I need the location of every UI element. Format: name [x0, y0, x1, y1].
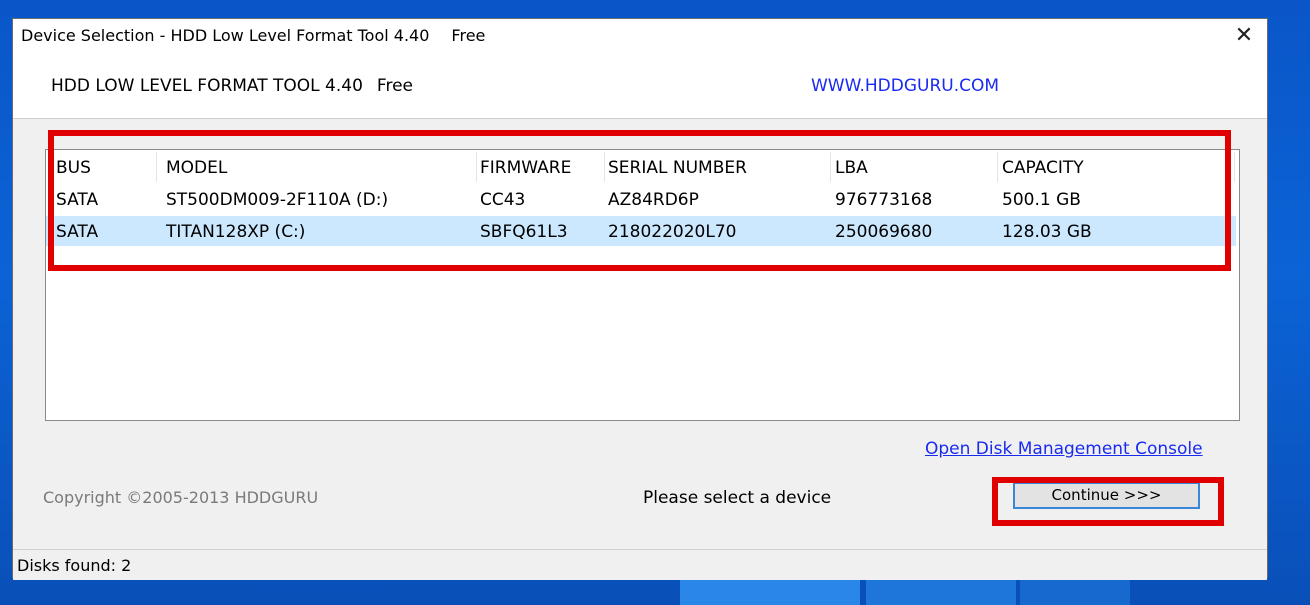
column-header-capacity[interactable]: CAPACITY: [1002, 152, 1235, 182]
app-name-suffix: Free: [376, 76, 413, 96]
device-row-selected[interactable]: SATA TITAN128XP (C:) SBFQ61L3 218022020L…: [46, 216, 1236, 246]
status-bar: Disks found: 2: [13, 549, 1267, 580]
cell-model: TITAN128XP (C:): [166, 222, 306, 242]
device-list[interactable]: BUS MODEL FIRMWARE SERIAL NUMBER LBA CAP…: [45, 149, 1240, 421]
desktop-background: [1020, 578, 1130, 605]
cell-firmware: SBFQ61L3: [480, 222, 568, 242]
website-link[interactable]: WWW.HDDGURU.COM: [811, 76, 999, 96]
app-header: HDD LOW LEVEL FORMAT TOOL 4.40 Free WWW.H…: [13, 53, 1267, 119]
column-header-serial[interactable]: SERIAL NUMBER: [608, 152, 831, 182]
device-row[interactable]: SATA ST500DM009-2F110A (D:) CC43 AZ84RD6…: [46, 184, 1236, 214]
app-name-text: HDD LOW LEVEL FORMAT TOOL 4.40: [51, 76, 363, 96]
cell-lba: 976773168: [835, 190, 933, 210]
cell-bus: SATA: [56, 222, 99, 242]
cell-lba: 250069680: [835, 222, 933, 242]
window-title-text: Device Selection - HDD Low Level Format …: [21, 26, 430, 45]
cell-bus: SATA: [56, 190, 99, 210]
cell-capacity: 500.1 GB: [1002, 190, 1081, 210]
status-message: Please select a device: [643, 488, 832, 508]
device-selection-window: Device Selection - HDD Low Level Format …: [12, 18, 1268, 580]
title-bar[interactable]: Device Selection - HDD Low Level Format …: [13, 19, 1267, 53]
column-header-model[interactable]: MODEL: [166, 152, 477, 182]
column-header-lba[interactable]: LBA: [835, 152, 998, 182]
open-disk-management-link[interactable]: Open Disk Management Console: [925, 439, 1203, 459]
cell-serial: 218022020L70: [608, 222, 737, 242]
window-title-suffix: Free: [451, 26, 486, 45]
column-header-bus[interactable]: BUS: [56, 152, 157, 182]
cell-model: ST500DM009-2F110A (D:): [166, 190, 389, 210]
column-header-firmware[interactable]: FIRMWARE: [480, 152, 605, 182]
continue-button[interactable]: Continue >>>: [1013, 482, 1200, 509]
cell-capacity: 128.03 GB: [1002, 222, 1092, 242]
close-icon[interactable]: ✕: [1221, 19, 1267, 53]
disks-found-count: Disks found: 2: [17, 556, 132, 575]
desktop-background: [866, 578, 1016, 605]
column-header-row: BUS MODEL FIRMWARE SERIAL NUMBER LBA CAP…: [46, 152, 1236, 182]
window-title: Device Selection - HDD Low Level Format …: [21, 26, 485, 45]
desktop-background: [680, 578, 860, 605]
cell-serial: AZ84RD6P: [608, 190, 699, 210]
copyright-text: Copyright ©2005-2013 HDDGURU: [43, 488, 319, 507]
cell-firmware: CC43: [480, 190, 526, 210]
app-name: HDD LOW LEVEL FORMAT TOOL 4.40 Free: [51, 76, 413, 96]
